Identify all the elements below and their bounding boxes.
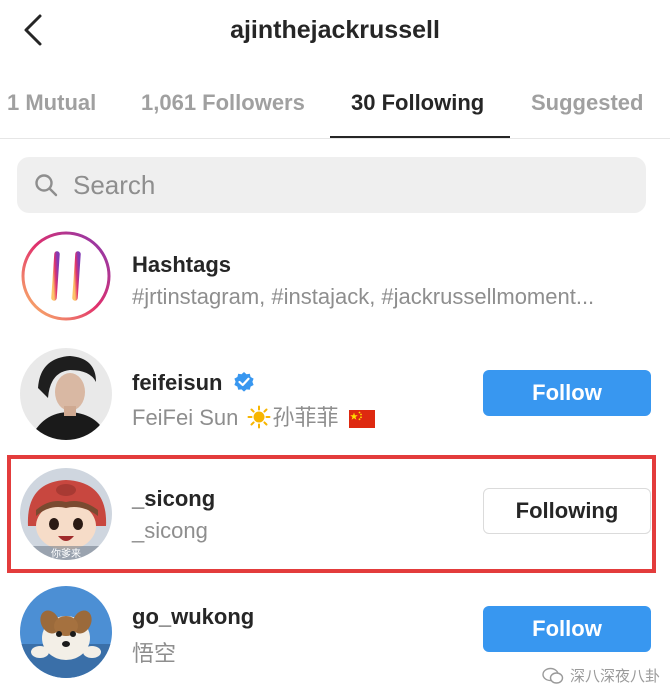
page-title: ajinthejackrussell — [230, 16, 440, 44]
avatar — [20, 586, 112, 678]
highlight-box — [7, 455, 656, 573]
follow-button[interactable]: Follow — [483, 606, 651, 652]
tab-mutual[interactable]: 1 Mutual — [7, 90, 96, 116]
username: go_wukong — [132, 604, 255, 629]
watermark-text: 深八深夜八卦 — [569, 668, 660, 685]
avatar — [20, 348, 112, 440]
sun-emoji-icon — [247, 405, 271, 429]
header: ajinthejackrussell — [0, 0, 670, 64]
search-input[interactable]: Search — [73, 170, 155, 201]
username: feifeisun — [132, 370, 255, 396]
search-bar[interactable]: Search — [17, 157, 646, 213]
hashtags-subtitle: #jrtinstagram, #instajack, #jackrussellm… — [132, 284, 595, 309]
tab-following[interactable]: 30 Following — [351, 90, 484, 116]
tab-followers[interactable]: 1,061 Followers — [141, 90, 305, 116]
tab-bar: 1 Mutual 1,061 Followers 30 Following Su… — [0, 70, 670, 139]
hashtags-row[interactable]: Hashtags #jrtinstagram, #instajack, #jac… — [0, 222, 670, 332]
follow-button[interactable]: Follow — [483, 370, 651, 416]
user-fullname: FeiFei Sun 孙菲菲 — [132, 400, 375, 432]
tab-suggested[interactable]: Suggested — [531, 90, 643, 116]
verified-badge-icon — [233, 372, 254, 392]
user-fullname: 悟空 — [132, 641, 177, 666]
search-icon — [35, 174, 58, 197]
watermark: 深八深夜八卦 — [542, 665, 660, 686]
hashtags-title: Hashtags — [132, 252, 232, 277]
user-row-feifeisun[interactable]: feifeisun FeiFei Sun 孙菲菲 Follow — [0, 338, 670, 448]
wechat-icon — [542, 667, 564, 684]
hashtag-icon — [21, 231, 111, 321]
china-flag-icon — [348, 410, 375, 428]
active-tab-indicator — [330, 136, 510, 138]
